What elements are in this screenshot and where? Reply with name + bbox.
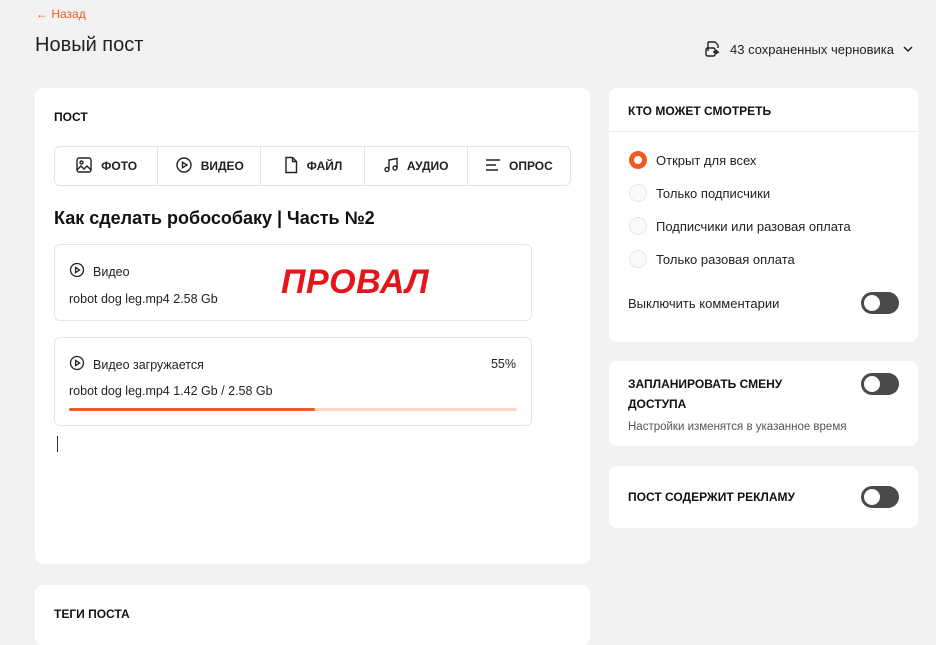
visibility-title: КТО МОЖЕТ СМОТРЕТЬ bbox=[628, 104, 772, 118]
file-icon bbox=[283, 156, 299, 177]
page-title: Новый пост bbox=[35, 34, 144, 56]
option-label: Только разовая оплата bbox=[656, 251, 795, 267]
tags-section-label: ТЕГИ ПОСТА bbox=[54, 607, 130, 621]
audio-icon bbox=[383, 157, 399, 176]
upload-percent: 55% bbox=[490, 357, 516, 371]
radio-button[interactable] bbox=[629, 250, 647, 268]
schedule-note: Настройки изменятся в указанное время bbox=[628, 421, 847, 433]
add-file-button[interactable]: ФАЙЛ bbox=[261, 147, 365, 185]
disable-comments-row: Выключить комментарии bbox=[628, 292, 899, 314]
fail-overlay-text: ПРОВАЛ bbox=[281, 263, 430, 301]
radio-button[interactable] bbox=[629, 184, 647, 202]
disable-comments-toggle[interactable] bbox=[861, 292, 899, 314]
file-label: ФАЙЛ bbox=[306, 159, 343, 173]
post-title[interactable]: Как сделать робособаку | Часть №2 bbox=[54, 208, 375, 229]
add-video-button[interactable]: ВИДЕО bbox=[158, 147, 262, 185]
add-photo-button[interactable]: ФОТО bbox=[55, 147, 159, 185]
upload-status-title: Видео загружается bbox=[93, 357, 204, 372]
add-audio-button[interactable]: АУДИО bbox=[365, 147, 468, 185]
video-icon bbox=[69, 355, 85, 374]
text-caret bbox=[57, 436, 58, 452]
add-poll-button[interactable]: ОПРОС bbox=[468, 147, 570, 185]
visibility-option-public[interactable]: Открыт для всех bbox=[629, 151, 756, 169]
upload-progress-bar bbox=[69, 408, 517, 411]
post-section-label: ПОСТ bbox=[54, 110, 88, 124]
option-label: Только подписчики bbox=[656, 185, 771, 201]
visibility-card: КТО МОЖЕТ СМОТРЕТЬ Открыт для всех Тольк… bbox=[609, 88, 918, 342]
uploading-video-attachment[interactable]: Видео загружается 55% robot dog leg.mp4 … bbox=[54, 337, 532, 426]
schedule-toggle[interactable] bbox=[861, 373, 899, 395]
poll-label: ОПРОС bbox=[509, 159, 553, 173]
audio-label: АУДИО bbox=[406, 159, 449, 173]
chevron-down-icon bbox=[902, 43, 914, 55]
ads-toggle[interactable] bbox=[861, 486, 899, 508]
post-card: ПОСТ ФОТО ВИДЕО ФАЙЛ АУДИО ОПРОС Как сде… bbox=[35, 88, 590, 564]
video-label: ВИДЕО bbox=[200, 159, 244, 173]
disable-comments-label: Выключить комментарии bbox=[628, 295, 780, 311]
drafts-dropdown[interactable]: 43 сохраненных черновика bbox=[704, 40, 914, 58]
video-icon bbox=[69, 262, 85, 281]
divider bbox=[609, 131, 918, 132]
photo-icon bbox=[75, 156, 93, 177]
back-link[interactable]: ← Назад bbox=[36, 7, 86, 21]
ads-title: ПОСТ СОДЕРЖИТ РЕКЛАМУ bbox=[628, 490, 795, 504]
draft-icon bbox=[704, 40, 722, 58]
attachment-title: Видео bbox=[93, 264, 130, 279]
radio-button[interactable] bbox=[629, 217, 647, 235]
visibility-option-payment-only[interactable]: Только разовая оплата bbox=[629, 250, 795, 268]
schedule-title: ЗАПЛАНИРОВАТЬ СМЕНУ ДОСТУПА bbox=[628, 377, 783, 411]
video-icon bbox=[175, 156, 193, 177]
tags-card: ТЕГИ ПОСТА bbox=[35, 585, 590, 645]
ads-card: ПОСТ СОДЕРЖИТ РЕКЛАМУ bbox=[609, 466, 918, 528]
visibility-option-subscribers-or-payment[interactable]: Подписчики или разовая оплата bbox=[629, 217, 851, 235]
photo-label: ФОТО bbox=[101, 159, 138, 173]
visibility-option-subscribers[interactable]: Только подписчики bbox=[629, 184, 770, 202]
schedule-card: ЗАПЛАНИРОВАТЬ СМЕНУ ДОСТУПА Настройки из… bbox=[609, 361, 918, 446]
option-label: Подписчики или разовая оплата bbox=[656, 218, 851, 234]
drafts-label: 43 сохраненных черновика bbox=[730, 41, 894, 57]
upload-progress-fill bbox=[69, 408, 316, 411]
option-label: Открыт для всех bbox=[656, 152, 757, 168]
attachment-file-info: robot dog leg.mp4 2.58 Gb bbox=[69, 292, 218, 306]
upload-file-info: robot dog leg.mp4 1.42 Gb / 2.58 Gb bbox=[69, 384, 273, 398]
media-toolbar: ФОТО ВИДЕО ФАЙЛ АУДИО ОПРОС bbox=[54, 146, 571, 186]
radio-button[interactable] bbox=[629, 151, 647, 169]
poll-icon bbox=[485, 158, 501, 175]
